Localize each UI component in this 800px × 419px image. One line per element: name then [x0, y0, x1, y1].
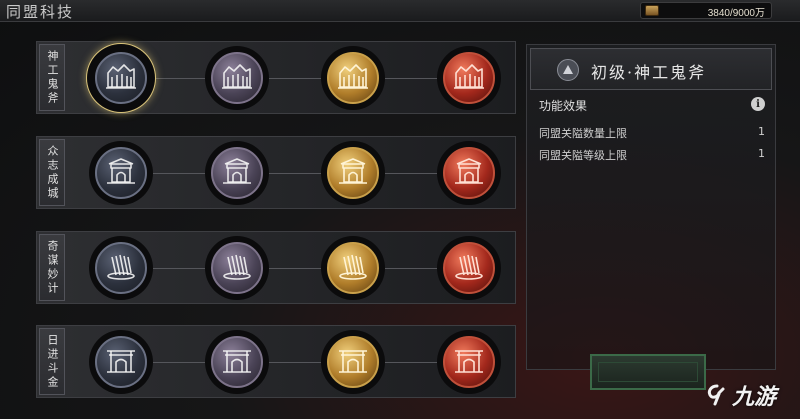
tech-node-disc — [327, 242, 379, 294]
effect-header: 功能效果 — [539, 99, 588, 113]
tech-node-disc — [211, 242, 263, 294]
node-connector — [385, 362, 437, 363]
archway-gate-icon — [220, 345, 254, 379]
row-label: 神工鬼斧 — [46, 49, 59, 106]
effect-row: 同盟关隘数量上限 1 — [539, 125, 765, 141]
city-gate-icon — [452, 156, 486, 190]
node-connector — [153, 78, 205, 79]
fortress-gate-icon — [336, 61, 370, 95]
tech-node[interactable] — [437, 330, 501, 394]
row-label-box: 日进斗金 — [39, 328, 65, 395]
effect-label: 同盟关隘等级上限 — [539, 149, 627, 162]
tech-node[interactable] — [205, 46, 269, 110]
row-label: 众志成城 — [46, 144, 59, 201]
tech-node[interactable] — [205, 330, 269, 394]
tech-node-disc — [95, 52, 147, 104]
tech-node[interactable] — [437, 141, 501, 205]
city-gate-icon — [220, 156, 254, 190]
bamboo-scroll-icon — [452, 251, 486, 285]
tech-node-disc — [443, 336, 495, 388]
fortress-gate-icon — [220, 61, 254, 95]
tech-node[interactable] — [89, 330, 153, 394]
effect-label: 同盟关隘数量上限 — [539, 127, 627, 140]
watermark-text: 九游 — [732, 385, 777, 410]
tech-row: 神工鬼斧 — [36, 41, 516, 114]
city-gate-icon — [104, 156, 138, 190]
tech-node[interactable] — [89, 46, 153, 110]
row-label-box: 众志成城 — [39, 139, 65, 206]
node-connector — [385, 78, 437, 79]
currency-value: 3840/9000万 — [707, 8, 765, 19]
tech-node-disc — [327, 336, 379, 388]
tech-row: 奇谋妙计 — [36, 231, 516, 304]
row-label-box: 奇谋妙计 — [39, 234, 65, 301]
tech-node-disc — [443, 242, 495, 294]
tech-node[interactable] — [321, 141, 385, 205]
row-label-box: 神工鬼斧 — [39, 44, 65, 111]
tech-node-disc — [95, 242, 147, 294]
page-title: 同盟科技 — [6, 3, 75, 21]
watermark-logo-icon — [707, 384, 725, 406]
tech-node[interactable] — [437, 236, 501, 300]
node-connector — [153, 268, 205, 269]
tech-node-disc — [443, 147, 495, 199]
tech-node-disc — [211, 336, 263, 388]
node-connector — [269, 268, 321, 269]
archway-gate-icon — [336, 345, 370, 379]
tech-node-disc — [443, 52, 495, 104]
currency-display: 3840/9000万 — [640, 2, 772, 19]
node-connector — [385, 268, 437, 269]
tech-node[interactable] — [205, 236, 269, 300]
archway-gate-icon — [452, 345, 486, 379]
info-icon[interactable]: i — [751, 97, 765, 111]
tech-node[interactable] — [437, 46, 501, 110]
effect-value: 1 — [758, 125, 765, 138]
tech-node[interactable] — [89, 236, 153, 300]
tech-row: 日进斗金 — [36, 325, 516, 398]
tech-row: 众志成城 — [36, 136, 516, 209]
tech-node[interactable] — [321, 330, 385, 394]
archway-gate-icon — [104, 345, 138, 379]
bamboo-scroll-icon — [336, 251, 370, 285]
title-bar: 同盟科技 3840/9000万 — [0, 0, 800, 22]
fortress-gate-icon — [104, 61, 138, 95]
node-connector — [153, 173, 205, 174]
bamboo-scroll-icon — [104, 251, 138, 285]
detail-panel: 初级·神工鬼斧 功能效果 i 同盟关隘数量上限 1 同盟关隘等级上限 1 — [526, 44, 776, 370]
tech-node-disc — [211, 147, 263, 199]
tech-node-disc — [327, 52, 379, 104]
tech-node[interactable] — [205, 141, 269, 205]
tech-node[interactable] — [321, 46, 385, 110]
detail-title-box: 初级·神工鬼斧 — [530, 48, 772, 90]
row-label: 奇谋妙计 — [46, 239, 59, 296]
treasure-chest-icon — [645, 5, 659, 16]
mountain-emblem-icon — [557, 59, 579, 81]
tech-node-disc — [211, 52, 263, 104]
detail-title: 初级·神工鬼斧 — [591, 63, 707, 82]
tech-node[interactable] — [89, 141, 153, 205]
node-connector — [269, 362, 321, 363]
effect-row: 同盟关隘等级上限 1 — [539, 147, 765, 163]
node-connector — [153, 362, 205, 363]
node-connector — [269, 173, 321, 174]
tech-node[interactable] — [321, 236, 385, 300]
tech-node-disc — [327, 147, 379, 199]
effect-value: 1 — [758, 147, 765, 160]
fortress-gate-icon — [452, 61, 486, 95]
tech-node-disc — [95, 336, 147, 388]
tech-node-disc — [95, 147, 147, 199]
watermark: 九游 — [706, 380, 776, 410]
city-gate-icon — [336, 156, 370, 190]
node-connector — [269, 78, 321, 79]
row-label: 日进斗金 — [46, 333, 59, 390]
node-connector — [385, 173, 437, 174]
action-button[interactable] — [590, 354, 706, 390]
bamboo-scroll-icon — [220, 251, 254, 285]
